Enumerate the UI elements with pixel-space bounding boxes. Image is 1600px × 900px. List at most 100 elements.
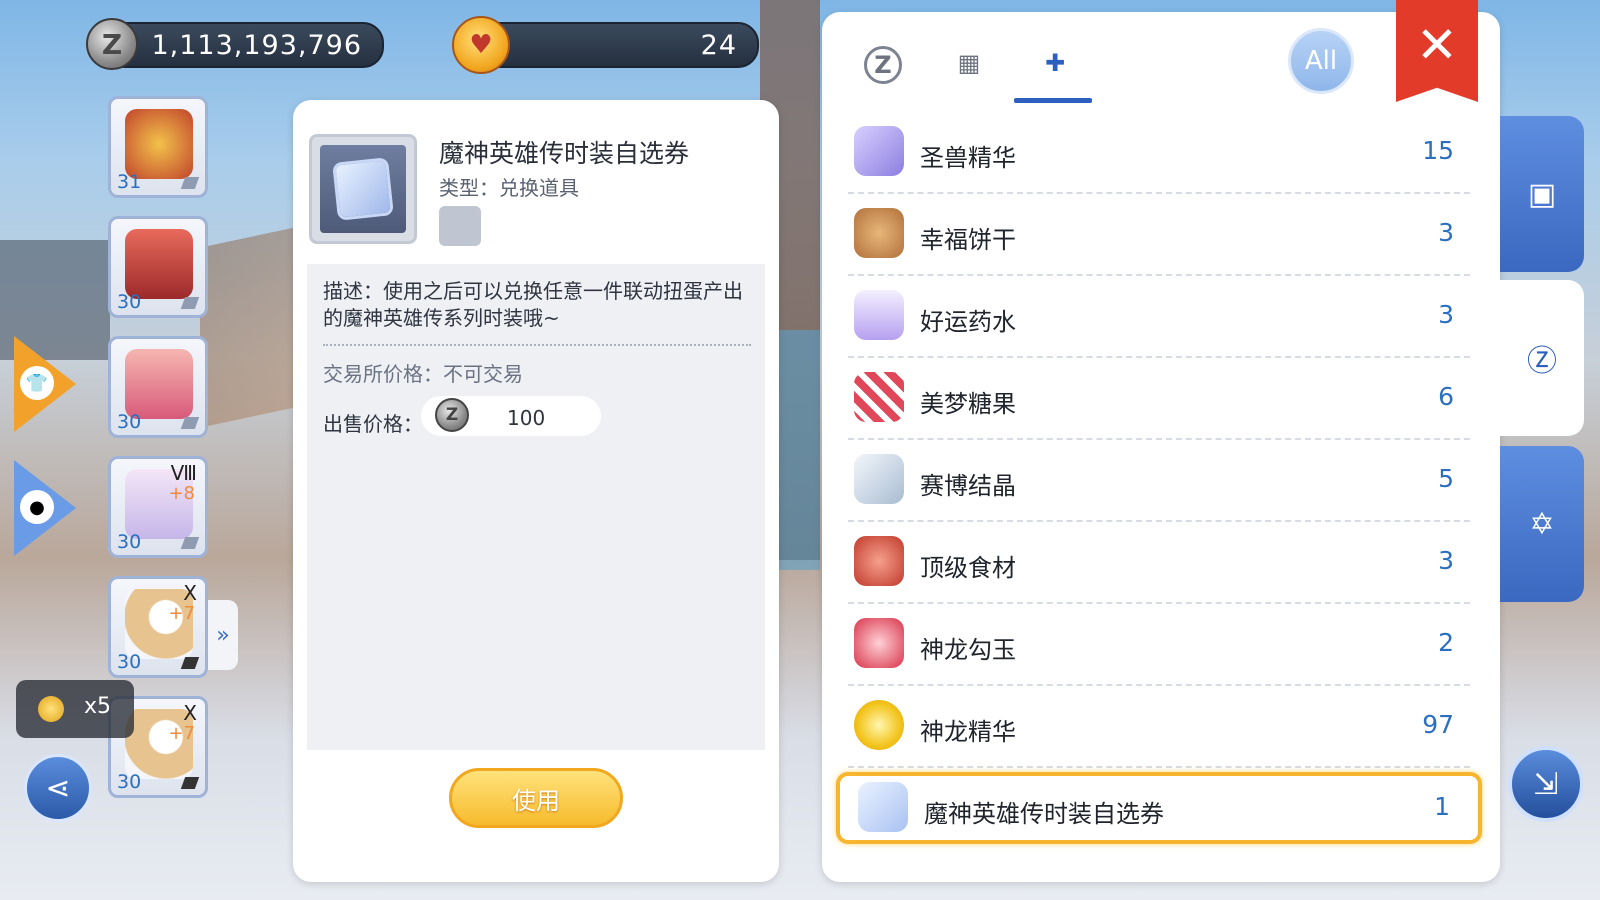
- shop-icon: ▦: [957, 49, 981, 77]
- close-icon: ✕: [1416, 16, 1458, 74]
- coin-icon: [38, 696, 64, 722]
- item-count: 3: [1438, 546, 1454, 575]
- magic-circle-side-tab[interactable]: ✡: [1500, 446, 1584, 602]
- bag-side-tab[interactable]: ▣: [1500, 116, 1584, 272]
- item-name: 圣兽精华: [920, 144, 1016, 172]
- equip-level: 30: [117, 651, 142, 673]
- list-item[interactable]: 神龙勾玉 2: [848, 604, 1470, 686]
- item-description: 描述：使用之后可以兑换任意一件联动扭蛋产出的魔神英雄传系列时装哦~: [323, 279, 743, 330]
- equip-level: 30: [117, 291, 142, 313]
- item-list: 圣兽精华 15 幸福饼干 3 好运药水 3 美梦糖果 6 赛博结晶 5 顶级食材…: [836, 112, 1482, 844]
- zeny-bag-side-tab[interactable]: Ⓩ: [1500, 280, 1584, 436]
- multiplier-text: x5: [84, 694, 112, 719]
- divider: [323, 344, 751, 346]
- equip-slot-shoes[interactable]: Ⅷ +8 30: [108, 456, 208, 558]
- filter-all-button[interactable]: All: [1288, 28, 1354, 94]
- beast-essence-icon: [854, 126, 904, 176]
- hexagram-icon: ✡: [1529, 506, 1555, 542]
- item-name: 神龙勾玉: [920, 636, 1016, 664]
- money-bag-icon: Ⓩ: [1527, 344, 1557, 379]
- cat-coin-icon: ♥: [452, 16, 510, 74]
- zeny-coin-icon: Z: [86, 18, 138, 70]
- equip-slot-accessory-1[interactable]: X +7 30: [108, 576, 208, 678]
- item-icon-frame: [309, 134, 417, 244]
- item-name: 幸福饼干: [920, 226, 1016, 254]
- equip-refine: +7: [168, 723, 195, 744]
- equip-mark-icon: [180, 297, 200, 309]
- bottle-amount: 24: [700, 30, 737, 61]
- item-type: 类型：兑换道具: [439, 176, 579, 200]
- item-detail-panel: 魔神英雄传时装自选券 类型：兑换道具 描述：使用之后可以兑换任意一件联动扭蛋产出…: [293, 100, 779, 882]
- candy-icon: [854, 372, 904, 422]
- list-item[interactable]: 好运药水 3: [848, 276, 1470, 358]
- item-description-area: 描述：使用之后可以兑换任意一件联动扭蛋产出的魔神英雄传系列时装哦~ 交易所价格：…: [307, 264, 765, 750]
- use-button[interactable]: 使用: [449, 768, 623, 828]
- equip-rank: Ⅷ: [170, 461, 197, 485]
- armor-icon: [125, 229, 193, 299]
- equip-slot-armor[interactable]: 30: [108, 216, 208, 318]
- person-icon: ●: [20, 490, 54, 524]
- tab-shop-items[interactable]: ▦: [946, 40, 992, 86]
- equip-mark-icon: [180, 657, 200, 669]
- item-name: 魔神英雄传时装自选券: [439, 139, 690, 168]
- list-item[interactable]: 美梦糖果 6: [848, 358, 1470, 440]
- list-item[interactable]: 顶级食材 3: [848, 522, 1470, 604]
- item-count: 2: [1438, 628, 1454, 657]
- item-count: 1: [1434, 792, 1450, 821]
- active-tab-indicator: [1014, 98, 1092, 103]
- list-item[interactable]: 赛博结晶 5: [848, 440, 1470, 522]
- list-item-selected[interactable]: 魔神英雄传时装自选券 1: [836, 772, 1482, 844]
- dragon-essence-icon: [854, 700, 904, 750]
- costume-ticket-icon: [335, 160, 391, 218]
- item-count: 6: [1438, 382, 1454, 411]
- shirt-icon: 👕: [20, 366, 54, 400]
- equip-mark-icon: [180, 537, 200, 549]
- share-icon: ⋖: [45, 770, 71, 806]
- character-side-tab[interactable]: ●: [14, 460, 76, 556]
- share-button[interactable]: ⋖: [24, 754, 92, 822]
- magatama-icon: [854, 618, 904, 668]
- equip-refine: +7: [168, 603, 195, 624]
- equip-refine: +8: [168, 483, 195, 504]
- list-item[interactable]: 圣兽精华 15: [848, 112, 1470, 194]
- tab-materials[interactable]: ✚: [1032, 40, 1078, 86]
- food-ingredient-icon: [854, 536, 904, 586]
- list-item[interactable]: 幸福饼干 3: [848, 194, 1470, 276]
- equip-mark-icon: [180, 777, 200, 789]
- equip-rank: X: [183, 581, 197, 605]
- cloak-icon: [125, 349, 193, 419]
- item-name: 赛博结晶: [920, 472, 1016, 500]
- tab-zeny-items[interactable]: Z: [864, 46, 902, 84]
- equip-slot-headgear[interactable]: 31: [108, 96, 208, 198]
- item-name: 神龙精华: [920, 718, 1016, 746]
- zeny-coin-icon: Z: [435, 398, 469, 432]
- equip-level: 30: [117, 411, 142, 433]
- item-name: 美梦糖果: [920, 390, 1016, 418]
- equip-rank: X: [183, 701, 197, 725]
- collapse-button[interactable]: ⇲: [1508, 746, 1584, 822]
- potion-icon: [854, 290, 904, 340]
- list-item[interactable]: 神龙精华 97: [848, 686, 1470, 768]
- item-count: 3: [1438, 300, 1454, 329]
- inventory-panel: Z ▦ ✚ All ✕ 圣兽精华 15 幸福饼干 3 好运药水 3 美梦糖果 6…: [822, 0, 1500, 882]
- reward-multiplier: x5: [16, 680, 134, 738]
- equip-level: 30: [117, 531, 142, 553]
- equip-mark-icon: [180, 417, 200, 429]
- close-button[interactable]: ✕: [1396, 0, 1478, 102]
- item-count: 97: [1422, 710, 1454, 739]
- item-name: 好运药水: [920, 308, 1016, 336]
- filter-all-label: All: [1304, 46, 1338, 76]
- cookie-icon: [854, 208, 904, 258]
- expand-equipment-button[interactable]: »: [208, 600, 238, 670]
- equip-mark-icon: [180, 177, 200, 189]
- puzzle-icon: ✚: [1044, 49, 1066, 77]
- item-name: 顶级食材: [920, 554, 1016, 582]
- item-count: 3: [1438, 218, 1454, 247]
- use-button-label: 使用: [512, 786, 560, 815]
- zeny-tab-icon: Z: [874, 51, 892, 79]
- inventory-tabs: Z ▦ ✚ All ✕: [822, 0, 1500, 108]
- backpack-icon: ▣: [1527, 176, 1557, 212]
- zeny-amount: 1,113,193,796: [151, 30, 362, 61]
- equip-slot-cloak[interactable]: 30: [108, 336, 208, 438]
- sell-price-label: 出售价格：: [323, 412, 423, 436]
